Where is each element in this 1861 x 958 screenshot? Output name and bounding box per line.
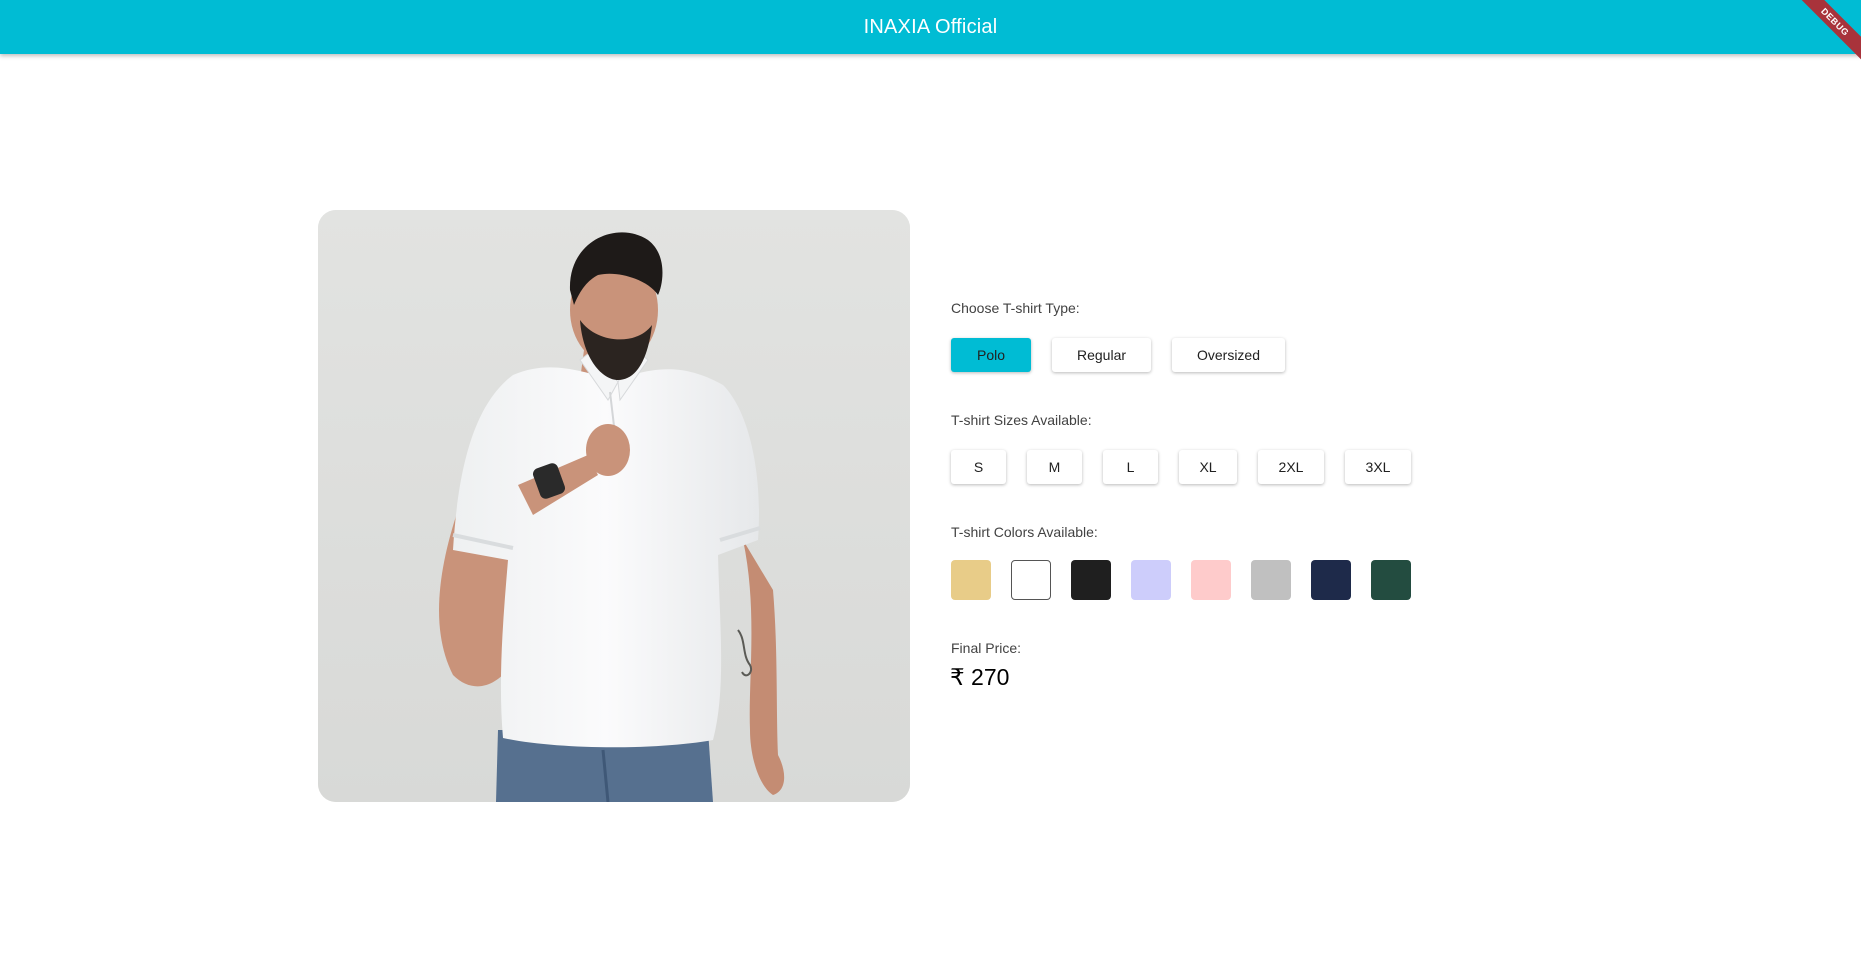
color-swatch-green[interactable] bbox=[1371, 560, 1411, 600]
color-swatch-black[interactable] bbox=[1071, 560, 1111, 600]
color-section-label: T-shirt Colors Available: bbox=[951, 524, 1098, 540]
color-swatch-navy[interactable] bbox=[1311, 560, 1351, 600]
product-photo-illustration bbox=[318, 210, 910, 802]
size-option-3xl[interactable]: 3XL bbox=[1345, 450, 1411, 484]
type-option-regular[interactable]: Regular bbox=[1052, 338, 1151, 372]
product-image bbox=[318, 210, 910, 802]
app-title: INAXIA Official bbox=[863, 15, 998, 38]
size-option-m[interactable]: M bbox=[1027, 450, 1082, 484]
size-option-2xl[interactable]: 2XL bbox=[1258, 450, 1324, 484]
size-section-label: T-shirt Sizes Available: bbox=[951, 412, 1092, 428]
color-swatch-beige[interactable] bbox=[951, 560, 991, 600]
color-swatch-pink[interactable] bbox=[1191, 560, 1231, 600]
price-label: Final Price: bbox=[951, 640, 1022, 656]
size-option-l[interactable]: L bbox=[1103, 450, 1158, 484]
color-swatch-grey[interactable] bbox=[1251, 560, 1291, 600]
size-option-s[interactable]: S bbox=[951, 450, 1006, 484]
color-swatch-white[interactable] bbox=[1011, 560, 1051, 600]
type-section-label: Choose T-shirt Type: bbox=[951, 300, 1080, 316]
type-option-oversized[interactable]: Oversized bbox=[1172, 338, 1285, 372]
color-swatch-lavender[interactable] bbox=[1131, 560, 1171, 600]
app-bar: INAXIA Official bbox=[0, 0, 1861, 54]
size-option-xl[interactable]: XL bbox=[1179, 450, 1237, 484]
price-value: ₹ 270 bbox=[950, 664, 1010, 690]
type-option-polo[interactable]: Polo bbox=[951, 338, 1031, 372]
